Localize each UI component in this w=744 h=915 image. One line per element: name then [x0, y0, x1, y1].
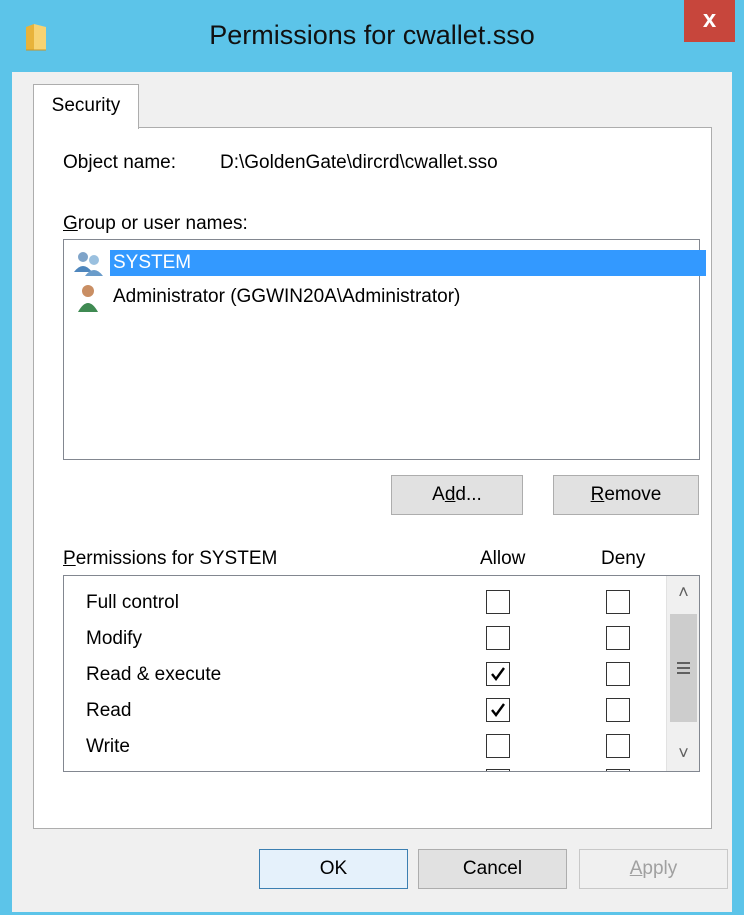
remove-label-mnemonic: R — [590, 484, 605, 505]
user-icon — [78, 285, 98, 312]
permission-name: Modify — [86, 628, 142, 649]
permission-row: Read & execute — [64, 657, 664, 693]
remove-button[interactable]: Remove — [553, 475, 699, 515]
object-name-label: Object name: — [63, 152, 176, 173]
permission-row: Write — [64, 729, 664, 765]
permissions-list[interactable]: Full control Modify Read & execute Read … — [63, 575, 700, 772]
chevron-up-icon[interactable]: ˄ — [667, 576, 699, 610]
group-label-mnemonic: G — [63, 213, 78, 234]
permission-name: Full control — [86, 592, 179, 613]
apply-button[interactable]: Apply — [579, 849, 728, 889]
permission-name: Read — [86, 700, 132, 721]
list-item-administrator[interactable]: Administrator (GGWIN20A\Administrator) — [72, 282, 692, 312]
deny-checkbox[interactable] — [606, 590, 630, 614]
window-title: Permissions for cwallet.sso — [209, 20, 535, 50]
permissions-label: Permissions for SYSTEM — [63, 548, 277, 570]
group-label-text: roup or user names: — [77, 213, 248, 234]
apply-label-mnemonic: A — [629, 858, 643, 879]
object-name-value: D:\GoldenGate\dircrd\cwallet.sso — [220, 152, 498, 173]
ok-button[interactable]: OK — [259, 849, 408, 889]
permissions-label-mnemonic: P — [63, 548, 76, 569]
chevron-down-icon[interactable]: ˅ — [667, 737, 699, 771]
permissions-window: Permissions for cwallet.sso x Security O… — [0, 0, 744, 915]
allow-checkbox[interactable] — [486, 590, 510, 614]
list-item-system[interactable]: SYSTEM — [72, 248, 706, 278]
apply-label-text: pply — [642, 858, 678, 879]
deny-checkbox[interactable] — [606, 662, 630, 686]
add-label-1: A — [432, 484, 445, 505]
deny-checkbox[interactable] — [606, 734, 630, 758]
deny-column-header: Deny — [601, 548, 646, 569]
group-list-label: Group or user names: — [63, 213, 248, 235]
deny-checkbox[interactable] — [606, 769, 630, 771]
list-item-label: SYSTEM — [110, 250, 706, 276]
permissions-label-text: ermissions for SYSTEM — [75, 548, 278, 569]
add-label-2: d... — [455, 484, 482, 505]
permission-row: Read — [64, 693, 664, 729]
allow-checkbox[interactable] — [486, 626, 510, 650]
group-user-list[interactable]: SYSTEM Administrator (GGWIN20A\Administr… — [63, 239, 706, 460]
allow-checkbox[interactable] — [486, 734, 510, 758]
scrollbar-thumb[interactable] — [670, 614, 697, 722]
allow-checkbox[interactable] — [486, 769, 510, 771]
deny-checkbox[interactable] — [606, 698, 630, 722]
permission-row-partial — [64, 765, 664, 771]
title-bar[interactable]: Permissions for cwallet.sso x — [0, 0, 744, 72]
grip-icon — [677, 662, 690, 674]
users-group-icon — [74, 252, 103, 276]
close-button[interactable]: x — [684, 0, 735, 42]
list-item-label: Administrator (GGWIN20A\Administrator) — [113, 286, 461, 307]
allow-checkbox[interactable] — [486, 698, 510, 722]
remove-label-text: emove — [604, 484, 662, 505]
permission-name: Write — [86, 736, 130, 757]
tab-security[interactable]: Security — [33, 84, 139, 129]
permissions-scrollbar[interactable]: ˄ ˅ — [666, 576, 699, 771]
add-label-mnemonic: d — [444, 484, 456, 505]
allow-column-header: Allow — [480, 548, 526, 569]
checkmark-icon — [491, 703, 505, 717]
deny-checkbox[interactable] — [606, 626, 630, 650]
add-button[interactable]: Add... — [391, 475, 523, 515]
cancel-button[interactable]: Cancel — [418, 849, 567, 889]
permission-name: Read & execute — [86, 664, 222, 685]
permission-row: Modify — [64, 621, 664, 657]
allow-checkbox[interactable] — [486, 662, 510, 686]
permission-row: Full control — [64, 585, 664, 621]
checkmark-icon — [491, 667, 505, 681]
